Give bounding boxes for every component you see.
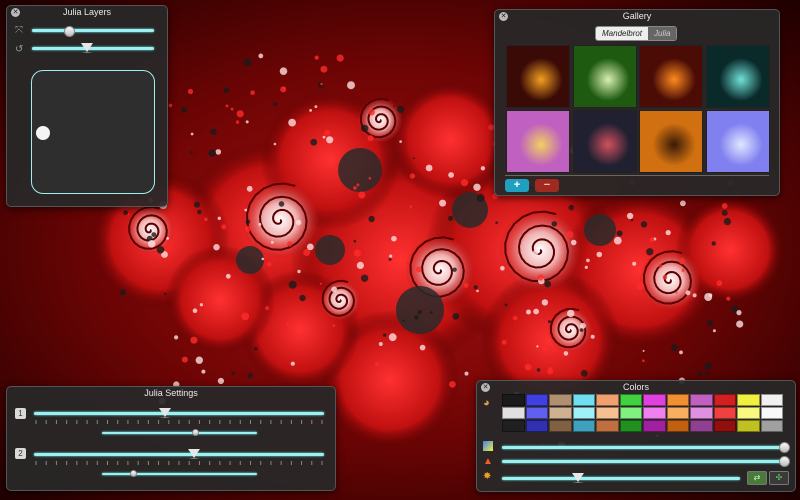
gallery-thumbnail[interactable] — [639, 45, 703, 108]
color-swatch[interactable] — [526, 407, 549, 419]
julia-layers-panel: ✕ Julia Layers ⤧ ↺ — [6, 5, 168, 207]
gallery-thumbnail[interactable] — [573, 110, 637, 173]
gallery-thumbnail[interactable] — [706, 45, 770, 108]
color-swatch[interactable] — [643, 420, 666, 432]
setting1-ticks — [34, 420, 324, 424]
color-swatch[interactable] — [549, 420, 572, 432]
color-swatch[interactable] — [737, 407, 760, 419]
color-slider-2-thumb[interactable] — [779, 456, 790, 467]
close-icon[interactable]: ✕ — [481, 383, 490, 392]
setting2-ticks — [34, 461, 324, 465]
setting2-sub-slider[interactable] — [102, 473, 257, 475]
colors-panel: ✕ Colors ◕ ▲ ✸ ⇄ ✣ — [476, 380, 796, 492]
color-slider-3-thumb[interactable] — [572, 473, 584, 483]
layer-slider-1[interactable] — [32, 29, 154, 32]
gallery-thumbnail[interactable] — [639, 110, 703, 173]
gallery-thumbnail[interactable] — [573, 45, 637, 108]
gallery-panel: ✕ Gallery Mandelbrot Julia + − — [494, 9, 780, 196]
tab-julia[interactable]: Julia — [648, 27, 676, 40]
color-swatch[interactable] — [714, 407, 737, 419]
gradient-icon — [483, 441, 493, 451]
color-swatch[interactable] — [737, 394, 760, 406]
setting2-sub-thumb[interactable] — [130, 470, 137, 477]
color-swatch[interactable] — [573, 407, 596, 419]
julia-settings-panel: Julia Settings 1 2 — [6, 386, 336, 491]
color-swatch[interactable] — [620, 394, 643, 406]
color-swatch[interactable] — [596, 407, 619, 419]
gallery-divider — [505, 175, 769, 176]
setting2-main-slider[interactable] — [34, 453, 324, 456]
colors-titlebar: ✕ Colors — [477, 381, 795, 394]
color-swatch[interactable] — [667, 407, 690, 419]
color-slider-2[interactable] — [502, 460, 784, 463]
color-palette-grid[interactable] — [502, 394, 783, 432]
close-icon[interactable]: ✕ — [499, 12, 508, 21]
cycle-icon: ↺ — [15, 44, 23, 55]
setting1-sub-slider[interactable] — [102, 432, 257, 434]
color-swatch[interactable] — [620, 407, 643, 419]
panel-title: Gallery — [623, 11, 652, 21]
gallery-titlebar: ✕ Gallery — [495, 10, 779, 23]
tab-mandelbrot[interactable]: Mandelbrot — [596, 27, 648, 40]
panel-title: Julia Layers — [63, 7, 111, 17]
setting2-main-thumb[interactable] — [188, 449, 200, 459]
color-swatch[interactable] — [573, 420, 596, 432]
flame-icon: ▲ — [483, 456, 493, 467]
layer-slider-1-thumb[interactable] — [64, 26, 75, 37]
color-swatch[interactable] — [549, 407, 572, 419]
color-swatch[interactable] — [667, 420, 690, 432]
palette-icon[interactable]: ◕ — [483, 397, 490, 409]
color-action-button-2[interactable]: ✣ — [769, 471, 789, 485]
color-swatch[interactable] — [643, 407, 666, 419]
color-swatch[interactable] — [526, 394, 549, 406]
gallery-thumbnail[interactable] — [506, 45, 570, 108]
color-swatch[interactable] — [596, 394, 619, 406]
color-swatch[interactable] — [761, 394, 784, 406]
color-swatch[interactable] — [596, 420, 619, 432]
color-swatch[interactable] — [502, 407, 525, 419]
color-swatch[interactable] — [620, 420, 643, 432]
color-swatch[interactable] — [549, 394, 572, 406]
julia-layers-titlebar: ✕ Julia Layers — [7, 6, 167, 19]
color-swatch[interactable] — [761, 407, 784, 419]
color-swatch[interactable] — [714, 394, 737, 406]
color-swatch[interactable] — [502, 420, 525, 432]
color-slider-3[interactable] — [502, 477, 740, 480]
color-swatch[interactable] — [761, 420, 784, 432]
color-swatch[interactable] — [690, 394, 713, 406]
close-icon[interactable]: ✕ — [11, 8, 20, 17]
setting1-sub-thumb[interactable] — [192, 429, 199, 436]
setting1-main-slider[interactable] — [34, 412, 324, 415]
color-slider-1[interactable] — [502, 446, 784, 449]
spark-icon: ✸ — [483, 471, 491, 482]
gallery-thumbnail[interactable] — [706, 110, 770, 173]
rotate-icon: ⤧ — [15, 25, 23, 36]
color-swatch[interactable] — [573, 394, 596, 406]
panel-title: Julia Settings — [144, 388, 198, 398]
color-swatch[interactable] — [737, 420, 760, 432]
layer-slider-2-thumb[interactable] — [81, 43, 93, 53]
color-swatch[interactable] — [667, 394, 690, 406]
row2-badge: 2 — [15, 448, 26, 459]
layer-slider-2[interactable] — [32, 47, 154, 50]
color-swatch[interactable] — [714, 420, 737, 432]
panel-title: Colors — [623, 382, 649, 392]
remove-button[interactable]: − — [535, 179, 559, 192]
add-button[interactable]: + — [505, 179, 529, 192]
seed-point[interactable] — [36, 126, 50, 140]
color-swatch[interactable] — [690, 407, 713, 419]
color-swatch[interactable] — [643, 394, 666, 406]
gallery-thumbnail[interactable] — [506, 110, 570, 173]
setting1-main-thumb[interactable] — [159, 408, 171, 418]
gallery-tab-switcher: Mandelbrot Julia — [595, 26, 677, 41]
julia-seed-pad[interactable] — [31, 70, 155, 194]
color-swatch[interactable] — [502, 394, 525, 406]
julia-settings-titlebar: Julia Settings — [7, 387, 335, 400]
color-swatch[interactable] — [526, 420, 549, 432]
color-slider-1-thumb[interactable] — [779, 442, 790, 453]
color-swatch[interactable] — [690, 420, 713, 432]
color-action-button-1[interactable]: ⇄ — [747, 471, 767, 485]
row1-badge: 1 — [15, 408, 26, 419]
